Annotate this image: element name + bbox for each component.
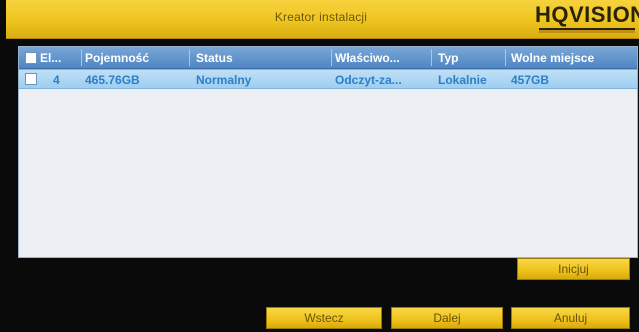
cell-property: Odczyt-za... [335,73,402,87]
brand-logo-text: HQVISION [535,2,639,27]
column-header-free-space[interactable]: Wolne miejsce [511,51,633,65]
cancel-button[interactable]: Anuluj [511,307,630,329]
window-title: Kreator instalacji [274,10,368,24]
row-checkbox[interactable] [25,73,37,85]
disk-table: El... Pojemność Status Właściwo... Typ W… [18,46,638,258]
cell-number: 4 [53,73,60,87]
next-button[interactable]: Dalej [391,307,503,329]
column-separator [189,49,190,66]
column-separator [81,49,82,66]
column-header-property[interactable]: Właściwo... [335,51,429,65]
cell-status: Normalny [196,73,252,87]
init-button[interactable]: Inicjuj [517,258,630,280]
column-header-type[interactable]: Typ [438,51,502,65]
cell-free-space: 457GB [511,73,550,87]
back-button[interactable]: Wstecz [266,307,382,329]
cell-type: Lokalnie [438,73,487,87]
brand-logo: HQVISION [535,2,639,34]
select-all-checkbox[interactable] [25,52,37,64]
column-separator [505,49,506,66]
column-header-status[interactable]: Status [196,51,306,65]
title-bar: Kreator instalacji HQVISION [6,0,639,39]
cell-capacity: 465.76GB [85,73,140,87]
table-header: El... Pojemność Status Właściwo... Typ W… [19,47,637,69]
logo-tagline-stripe [539,30,635,33]
column-header-number[interactable]: El... [40,51,80,65]
column-separator [331,49,332,66]
column-separator [431,49,432,66]
column-header-capacity[interactable]: Pojemność [85,51,185,65]
table-row[interactable]: 4 465.76GB Normalny Odczyt-za... Lokalni… [19,69,637,89]
